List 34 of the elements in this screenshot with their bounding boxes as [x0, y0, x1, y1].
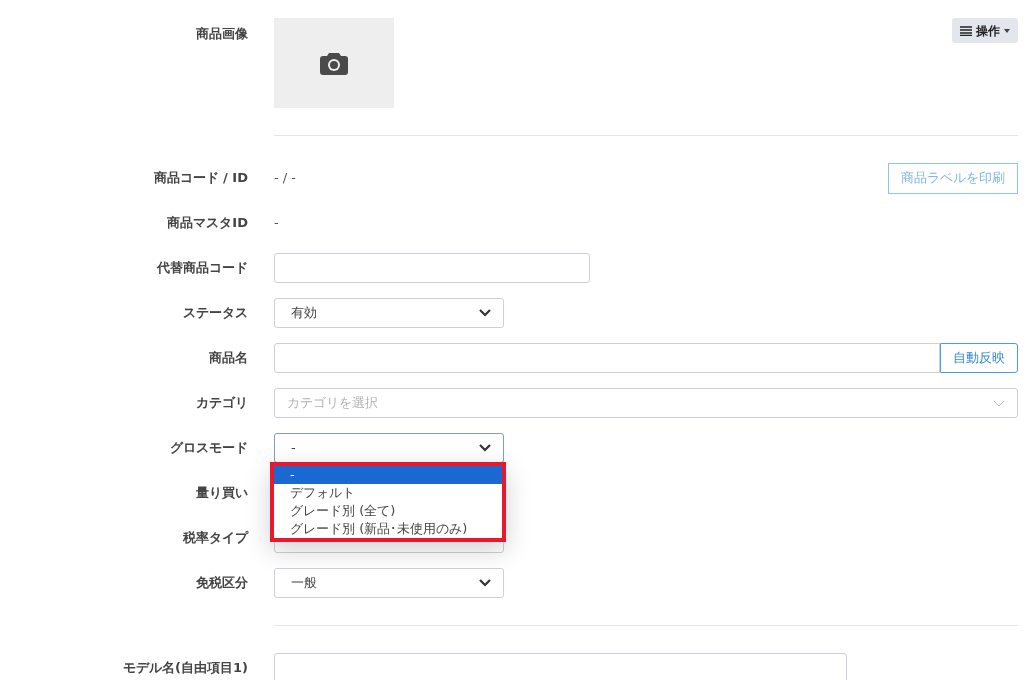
caret-icon — [1004, 28, 1010, 33]
chevron-down-icon — [479, 309, 491, 317]
field-label: 代替商品コード — [155, 259, 248, 278]
dropdown-option[interactable]: グレード別 (全て) — [274, 502, 502, 520]
field-value: - / - — [274, 169, 297, 188]
field-label: ステータス — [182, 304, 248, 323]
camera-icon — [320, 51, 348, 75]
actions-menu-button[interactable]: 操作 — [952, 18, 1018, 43]
field-label: 免税区分 — [195, 574, 248, 593]
select-field[interactable]: - — [274, 433, 504, 463]
field-value: - — [274, 214, 279, 233]
field-label: 商品コード / ID — [152, 169, 248, 188]
field-label: グロスモード — [169, 439, 248, 458]
field-label: 商品画像 — [195, 25, 248, 43]
field-label: 税率タイプ — [182, 529, 248, 548]
dropdown-option[interactable]: - — [274, 466, 502, 484]
chevron-down-icon — [479, 579, 491, 587]
list-icon — [960, 25, 972, 36]
chevron-down-icon — [993, 399, 1005, 407]
text-input[interactable] — [274, 343, 940, 373]
dropdown-option[interactable]: グレード別 (新品･未使用のみ) — [274, 520, 502, 538]
field-label: 量り買い — [195, 484, 248, 503]
dropdown-option[interactable]: デフォルト — [274, 484, 502, 502]
select-field[interactable]: 有効 — [274, 298, 504, 328]
field-label: モデル名(自由項目1) — [122, 659, 248, 678]
field-label: カテゴリ — [195, 394, 248, 413]
select-field[interactable]: 一般 — [274, 568, 504, 598]
image-placeholder[interactable] — [274, 18, 394, 108]
text-input[interactable] — [274, 253, 590, 283]
field-label: 商品名 — [208, 349, 248, 368]
field-label: 商品マスタID — [166, 214, 248, 233]
text-input[interactable] — [274, 653, 847, 680]
chevron-down-icon — [479, 444, 491, 452]
auto-fill-button[interactable]: 自動反映 — [940, 343, 1018, 373]
